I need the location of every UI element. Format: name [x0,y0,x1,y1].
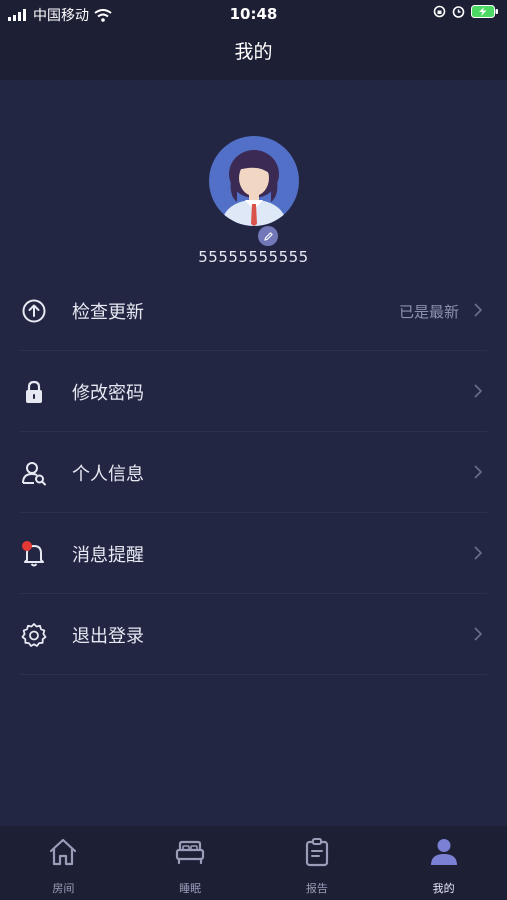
menu-item-notifications[interactable]: 消息提醒 [0,513,507,594]
tab-label: 报告 [305,882,328,895]
chevron-right-icon [474,384,483,398]
avatar-person-illustration [221,150,287,226]
status-time: 10:48 [229,5,278,23]
chevron-right-icon [474,303,483,317]
clipboard-icon [305,838,328,867]
settings-menu: 检查更新 已是最新 修改密码 个人信息 消息提醒 退出登录 [0,270,507,675]
menu-label: 检查更新 [72,302,144,323]
chevron-right-icon [474,546,483,560]
pencil-icon [263,231,273,241]
lock-icon [26,380,42,403]
orientation-lock-icon [433,5,446,18]
page-title: 我的 [0,28,507,80]
bell-icon [22,541,44,567]
user-search-icon [22,462,46,486]
menu-item-logout[interactable]: 退出登录 [0,594,507,675]
person-icon [430,839,457,865]
username: 55555555555 [198,248,309,266]
alarm-icon [452,6,465,18]
menu-label: 退出登录 [72,626,144,647]
status-right [433,5,499,18]
tab-mine[interactable]: 我的 [380,826,507,900]
menu-item-check-update[interactable]: 检查更新 已是最新 [0,270,507,351]
chevron-right-icon [474,627,483,641]
bed-icon [176,840,205,865]
upload-circle-icon [22,299,46,323]
avatar[interactable] [209,136,299,226]
tab-label: 我的 [432,882,455,895]
menu-item-personal-info[interactable]: 个人信息 [0,432,507,513]
menu-label: 修改密码 [72,383,144,404]
battery-charging-icon [471,5,498,18]
status-bar: 中国移动 10:48 [0,0,507,28]
menu-label: 消息提醒 [72,545,144,566]
tab-label: 睡眠 [179,882,202,895]
notification-dot [22,541,32,551]
tab-room[interactable]: 房间 [0,826,127,900]
tab-sleep[interactable]: 睡眠 [127,826,254,900]
update-status-text: 已是最新 [398,303,459,321]
gear-icon [21,623,47,647]
tab-label: 房间 [52,882,75,895]
chevron-right-icon [474,465,483,479]
home-icon [50,838,77,866]
profile-section: 55555555555 [0,80,507,270]
bottom-tab-bar: 房间 睡眠 报告 我的 [0,826,507,900]
menu-item-change-password[interactable]: 修改密码 [0,351,507,432]
edit-avatar-button[interactable] [258,226,278,246]
menu-label: 个人信息 [72,464,144,485]
tab-report[interactable]: 报告 [254,826,381,900]
